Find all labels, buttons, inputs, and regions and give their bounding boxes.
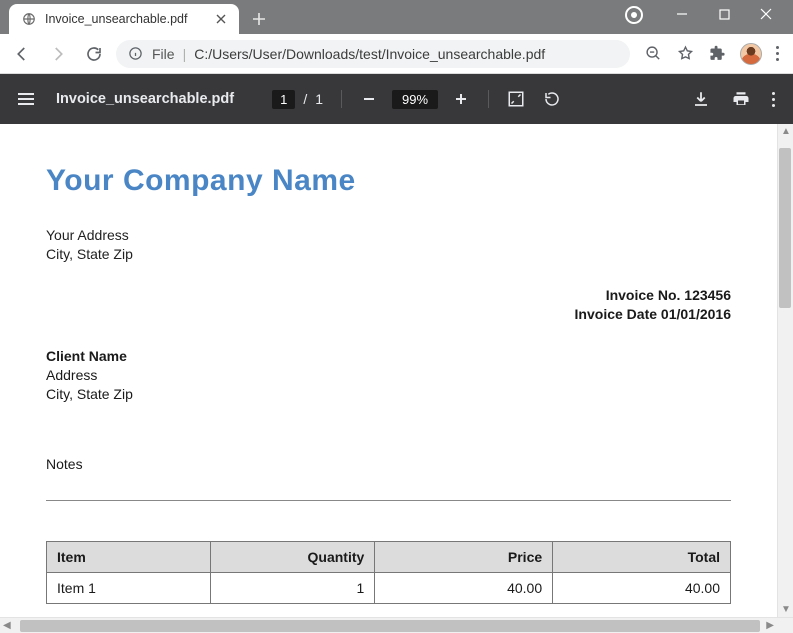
- info-icon[interactable]: [126, 45, 144, 63]
- maximize-button[interactable]: [715, 5, 733, 23]
- extensions-icon[interactable]: [708, 45, 726, 63]
- window-titlebar: Invoice_unsearchable.pdf: [0, 0, 793, 34]
- profile-avatar[interactable]: [740, 43, 762, 65]
- table-row: Item 1 1 40.00 40.00: [47, 572, 731, 603]
- pdf-page[interactable]: Your Company Name Your Address City, Sta…: [0, 124, 777, 617]
- col-quantity: Quantity: [211, 541, 375, 572]
- notes-label: Notes: [46, 456, 731, 472]
- reload-button[interactable]: [80, 40, 108, 68]
- scroll-down-icon[interactable]: ▼: [781, 604, 791, 615]
- page-current-input[interactable]: 1: [272, 90, 295, 109]
- scroll-up-icon[interactable]: ▲: [781, 126, 791, 137]
- omnibox[interactable]: File | C:/Users/User/Downloads/test/Invo…: [116, 40, 630, 68]
- scroll-left-icon[interactable]: ◀: [3, 620, 11, 631]
- tab-title: Invoice_unsearchable.pdf: [45, 12, 187, 26]
- col-total: Total: [553, 541, 731, 572]
- invoice-meta: Invoice No. 123456 Invoice Date 01/01/20…: [46, 286, 731, 325]
- vertical-scrollbar[interactable]: ▲ ▼: [777, 124, 793, 617]
- pdf-filename: Invoice_unsearchable.pdf: [56, 91, 234, 107]
- close-window-button[interactable]: [757, 5, 775, 23]
- star-icon[interactable]: [676, 45, 694, 63]
- close-tab-button[interactable]: [213, 11, 229, 27]
- pdf-menu-button[interactable]: [772, 92, 775, 107]
- fit-page-button[interactable]: [507, 90, 525, 108]
- window-controls: [655, 0, 793, 28]
- zoom-in-button[interactable]: [452, 90, 470, 108]
- browser-tab[interactable]: Invoice_unsearchable.pdf: [9, 4, 239, 34]
- page-nav: 1 / 1: [272, 90, 323, 109]
- vertical-scroll-thumb[interactable]: [779, 148, 791, 308]
- zoom-icon[interactable]: [644, 45, 662, 63]
- record-indicator-icon[interactable]: [625, 6, 643, 24]
- url-scheme: File: [152, 46, 175, 62]
- horizontal-scrollbar[interactable]: ◀ ▶: [0, 617, 793, 633]
- rotate-button[interactable]: [543, 90, 561, 108]
- horizontal-rule: [46, 500, 731, 501]
- back-button[interactable]: [8, 40, 36, 68]
- browser-menu-button[interactable]: [776, 46, 779, 61]
- zoom-level[interactable]: 99%: [392, 90, 438, 109]
- sidebar-toggle-button[interactable]: [18, 93, 34, 105]
- scroll-right-icon[interactable]: ▶: [766, 620, 774, 631]
- url-text: C:/Users/User/Downloads/test/Invoice_uns…: [194, 46, 545, 62]
- client-block: Client Name Address City, State Zip: [46, 347, 731, 404]
- horizontal-scroll-thumb[interactable]: [20, 620, 760, 632]
- invoice-table: Item Quantity Price Total Item 1 1 40.00…: [46, 541, 731, 604]
- address-bar: File | C:/Users/User/Downloads/test/Invo…: [0, 34, 793, 74]
- new-tab-button[interactable]: [245, 5, 273, 33]
- pdf-toolbar: Invoice_unsearchable.pdf 1 / 1 99%: [0, 74, 793, 124]
- col-item: Item: [47, 541, 211, 572]
- col-price: Price: [375, 541, 553, 572]
- print-button[interactable]: [732, 90, 750, 108]
- download-button[interactable]: [692, 90, 710, 108]
- minimize-button[interactable]: [673, 5, 691, 23]
- company-name: Your Company Name: [46, 164, 731, 198]
- zoom-out-button[interactable]: [360, 90, 378, 108]
- pdf-viewport: Your Company Name Your Address City, Sta…: [0, 124, 793, 633]
- forward-button[interactable]: [44, 40, 72, 68]
- page-total: 1: [315, 91, 323, 107]
- globe-icon: [21, 11, 37, 27]
- company-address: Your Address City, State Zip: [46, 226, 731, 264]
